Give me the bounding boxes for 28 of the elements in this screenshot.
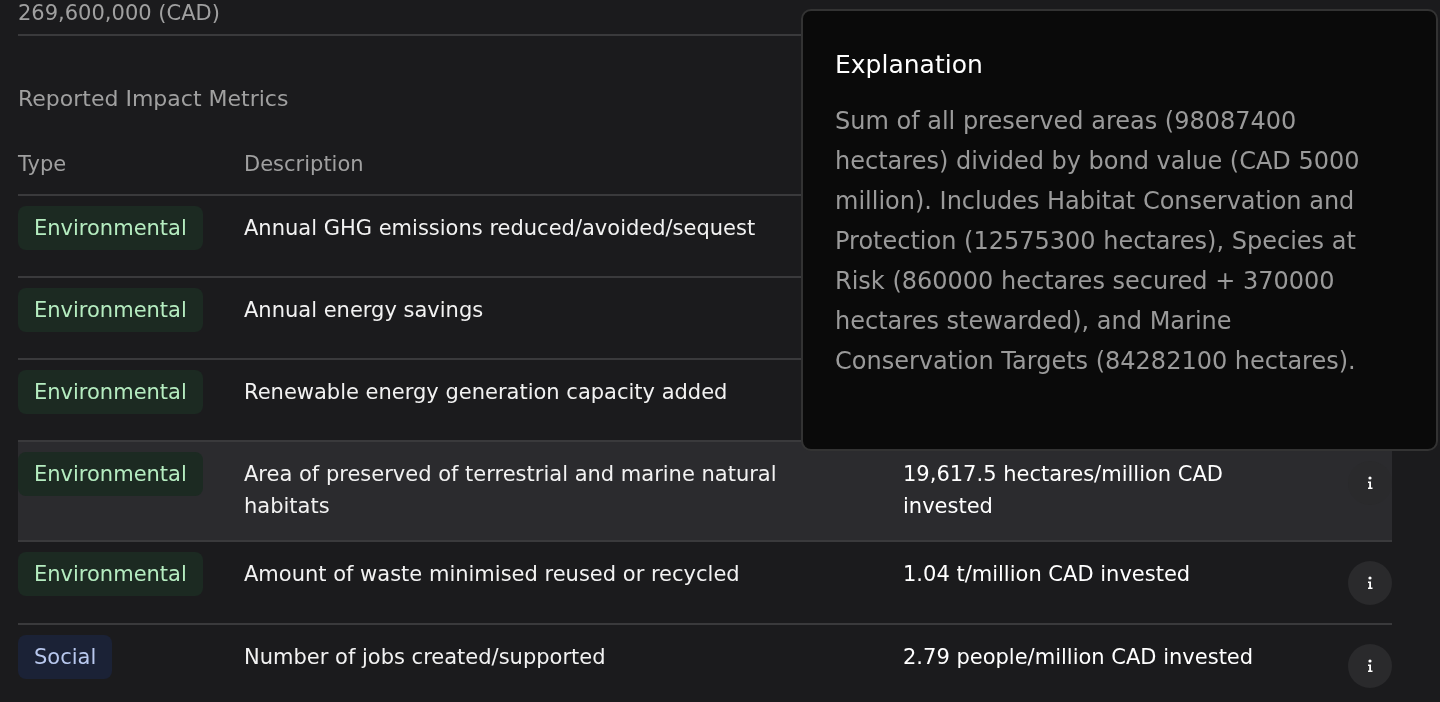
description-text: Amount of waste minimised reused or recycled [244, 562, 740, 586]
table-row[interactable]: Social Number of jobs created/supported 2.79 people/million CAD invested [18, 625, 1392, 702]
value-cell-text: 19,617.5 hectares/million CAD invested [903, 461, 1224, 520]
info-button[interactable] [1348, 644, 1392, 688]
info-icon [1367, 576, 1373, 590]
type-badge: Social [18, 635, 113, 679]
column-header: Description [244, 152, 364, 176]
highlighted-row[interactable]: Environmental Area of preserved of terrestrial and marine natural habitats 19,617.5 hectares/million CAD invested [18, 442, 1392, 542]
column-header: Type [18, 152, 68, 176]
info-icon [1367, 476, 1373, 490]
section-title: Reported Impact Metrics [18, 85, 290, 113]
info-button[interactable] [1348, 561, 1392, 605]
description-text: Area of preserved of terrestrial and marine natural habitats [244, 462, 777, 518]
description-text: Annual GHG emissions reduced/avoided/sequest [244, 216, 756, 240]
table-row[interactable]: Environmental Amount of waste minimised reused or recycled 1.04 t/million CAD invested [18, 542, 1392, 625]
type-badge: Environmental [18, 288, 203, 332]
type-badge: Environmental [18, 552, 203, 596]
type-badge: Environmental [18, 452, 203, 496]
description-text: Renewable energy generation capacity added [244, 380, 728, 404]
description-text: Number of jobs created/supported [244, 645, 606, 669]
info-icon [1367, 659, 1373, 673]
value-cell-text: 1.04 t/million CAD invested [903, 561, 1192, 588]
tooltip-title: Explanation [835, 49, 984, 81]
type-badge: Environmental [18, 206, 203, 250]
description-text: Annual energy savings [244, 298, 484, 322]
value-cell-text: 2.79 people/million CAD invested [903, 644, 1255, 671]
summary-value: 269,600,000 (CAD) [18, 0, 221, 26]
type-badge: Environmental [18, 370, 203, 414]
